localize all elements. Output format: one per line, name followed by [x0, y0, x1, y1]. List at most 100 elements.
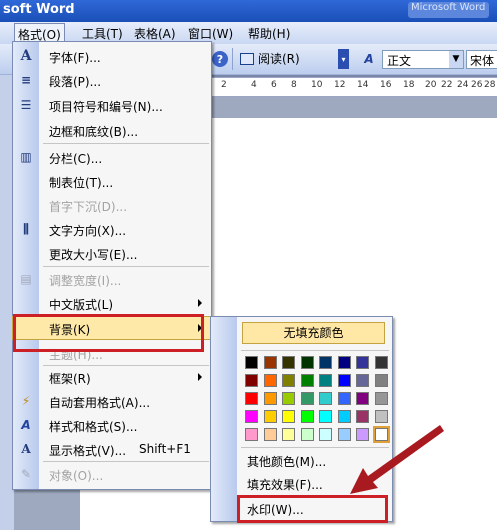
color-swatch[interactable]: [319, 410, 332, 423]
book-icon: [240, 52, 254, 65]
color-swatch[interactable]: [300, 392, 314, 405]
color-swatch[interactable]: [319, 392, 332, 405]
autoformat-icon: ⚡: [21, 394, 31, 408]
object-icon: ✎: [20, 467, 32, 481]
menu-tools[interactable]: 工具(T): [82, 25, 123, 42]
menu-item-borders[interactable]: 边框和底纹(B)...: [13, 119, 211, 141]
menu-item-columns[interactable]: ▥ 分栏(C)...: [13, 146, 211, 168]
help-icon[interactable]: ?: [212, 51, 228, 67]
menu-item-paragraph[interactable]: ≡ 段落(P)...: [13, 69, 211, 91]
toolbar-options-icon[interactable]: ▾: [338, 49, 349, 69]
color-swatch[interactable]: [319, 428, 332, 441]
ruler-tick: 8: [291, 80, 297, 90]
color-swatch[interactable]: [300, 374, 314, 387]
color-swatch[interactable]: [300, 410, 314, 423]
ruler-tick: 26: [471, 80, 483, 90]
style-select[interactable]: 正文 ▼: [382, 50, 464, 69]
menu-item-label: 边框和底纹(B)...: [49, 125, 139, 139]
color-swatch[interactable]: [319, 374, 332, 387]
menu-item-bullets[interactable]: ☰ 项目符号和编号(N)...: [13, 94, 211, 116]
color-swatch[interactable]: [374, 392, 388, 405]
color-swatch[interactable]: [245, 410, 258, 423]
menu-item-change-case[interactable]: 更改大小写(E)...: [13, 242, 211, 264]
text-direction-icon: ⫼: [23, 221, 29, 236]
color-swatch[interactable]: [300, 428, 314, 441]
color-swatch[interactable]: [300, 356, 314, 369]
color-swatch[interactable]: [356, 392, 369, 405]
menu-table[interactable]: 表格(A): [134, 25, 176, 42]
ruler-tick: 10: [311, 80, 323, 90]
menu-item-autoformat[interactable]: ⚡ 自动套用格式(A)...: [13, 390, 211, 412]
color-swatch[interactable]: [263, 392, 277, 405]
menu-separator: [43, 143, 209, 144]
menu-item-styles[interactable]: A 样式和格式(S)...: [13, 414, 211, 436]
styles-pane-icon[interactable]: A: [360, 50, 378, 68]
menu-item-label: 中文版式(L): [49, 298, 114, 312]
submenu-arrow-icon: [198, 373, 202, 381]
menu-item-dropcap: 首字下沉(D)...: [13, 194, 211, 216]
color-swatch[interactable]: [263, 428, 277, 441]
menu-item-label: 更改大小写(E)...: [49, 248, 138, 262]
color-swatch[interactable]: [245, 392, 258, 405]
menu-separator: [43, 461, 209, 462]
color-swatch[interactable]: [356, 356, 369, 369]
menu-item-label: 自动套用格式(A)...: [49, 396, 151, 410]
color-swatch[interactable]: [337, 392, 351, 405]
menu-item-fit-width: ▤ 调整宽度(I)...: [13, 268, 211, 290]
menu-item-shortcut: Shift+F1: [139, 442, 191, 456]
ruler-tick: 24: [457, 80, 469, 90]
color-swatch[interactable]: [245, 356, 258, 369]
menu-item-label: 对象(O)...: [49, 469, 104, 483]
menu-item-label: 分栏(C)...: [49, 152, 103, 166]
ruler-tick: 18: [403, 80, 415, 90]
menu-item-label: 填充效果(F)...: [247, 478, 323, 492]
menu-window[interactable]: 窗口(W): [188, 25, 233, 42]
ruler-tick: 20: [425, 80, 437, 90]
font-select[interactable]: 宋体: [466, 50, 497, 69]
ruler-tick: 6: [271, 80, 277, 90]
menu-item-label: 制表位(T)...: [49, 176, 114, 190]
menu-help[interactable]: 帮助(H): [248, 25, 290, 42]
no-fill-color-button[interactable]: 无填充颜色: [242, 322, 385, 344]
menu-item-reveal-formatting[interactable]: A 显示格式(V)... Shift+F1: [13, 438, 211, 460]
color-swatch[interactable]: [263, 410, 277, 423]
color-swatch[interactable]: [337, 356, 351, 369]
menu-separator: [43, 266, 209, 267]
color-swatch[interactable]: [263, 374, 277, 387]
window-title: soft Word: [3, 2, 75, 17]
menu-item-label: 调整宽度(I)...: [49, 274, 122, 288]
color-swatch[interactable]: [282, 410, 295, 423]
horizontal-ruler[interactable]: 2 4 6 8 10 12 14 16 18 20 22 24 26 28: [210, 77, 497, 97]
read-button[interactable]: 阅读(R): [240, 50, 300, 68]
menu-item-label: 显示格式(V)...: [49, 444, 127, 458]
ruler-tick: 16: [380, 80, 392, 90]
color-swatch[interactable]: [245, 428, 258, 441]
ruler-tick: 12: [334, 80, 346, 90]
menu-item-asian-layout[interactable]: 中文版式(L): [13, 292, 211, 314]
menu-item-label: 框架(R): [49, 372, 91, 386]
menu-item-frames[interactable]: 框架(R): [13, 366, 211, 388]
ruler-tick: 2: [221, 80, 227, 90]
color-swatch[interactable]: [319, 356, 332, 369]
color-swatch[interactable]: [374, 374, 388, 387]
color-swatch[interactable]: [263, 356, 277, 369]
color-swatch[interactable]: [282, 428, 295, 441]
ruler-tick: 22: [441, 80, 453, 90]
color-swatch[interactable]: [282, 392, 295, 405]
menu-item-label: 其他颜色(M)...: [247, 455, 327, 469]
font-select-value: 宋体: [470, 54, 495, 68]
menu-item-tabs[interactable]: 制表位(T)...: [13, 170, 211, 192]
color-swatch[interactable]: [356, 374, 369, 387]
menu-item-text-direction[interactable]: ⫼ 文字方向(X)...: [13, 218, 211, 240]
dropdown-arrow-icon: ▼: [449, 51, 463, 68]
highlight-box-background: [13, 314, 204, 352]
color-swatch[interactable]: [282, 374, 295, 387]
color-swatch[interactable]: [282, 356, 295, 369]
color-swatch[interactable]: [337, 374, 351, 387]
menu-item-label: 字体(F)...: [49, 51, 101, 65]
color-swatch[interactable]: [374, 356, 388, 369]
style-select-value: 正文: [387, 54, 412, 68]
color-swatch[interactable]: [245, 374, 258, 387]
menu-item-font[interactable]: A 字体(F)...: [13, 45, 211, 67]
styles-icon: A: [21, 418, 31, 432]
